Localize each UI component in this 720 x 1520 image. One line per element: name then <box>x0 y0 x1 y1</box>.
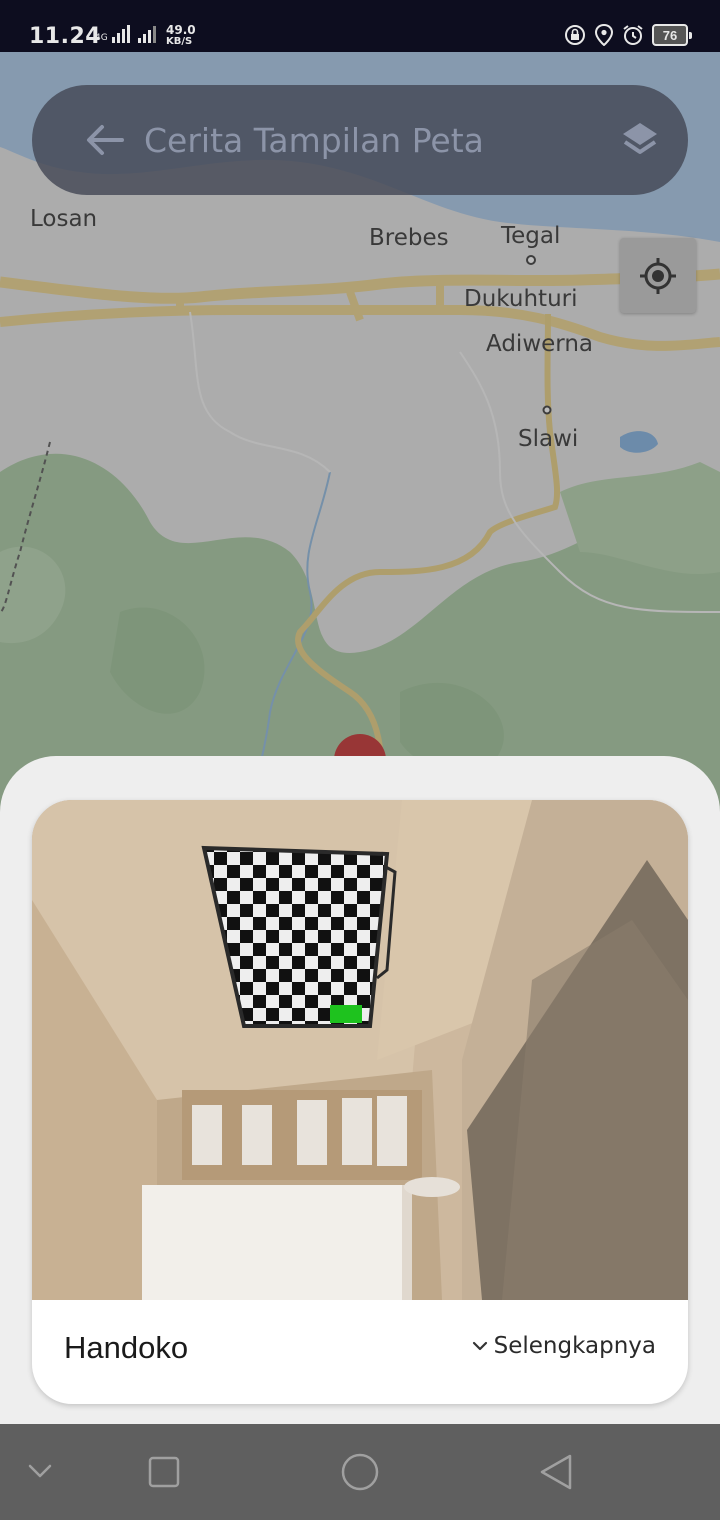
network-speed: 49.0 KB/S <box>166 24 196 48</box>
back-icon[interactable] <box>538 1453 574 1496</box>
home-icon[interactable] <box>340 1452 380 1497</box>
status-time: 11.24 <box>29 24 102 49</box>
arrow-left-icon[interactable] <box>84 122 124 163</box>
signal-bars-icon <box>111 25 130 43</box>
layers-icon[interactable] <box>620 120 660 165</box>
network-type-label: 4G <box>95 33 108 43</box>
hide-keyboard-icon[interactable] <box>27 1462 53 1485</box>
story-photo[interactable] <box>32 800 688 1300</box>
alarm-icon <box>623 25 643 45</box>
search-bar[interactable]: Cerita Tampilan Peta <box>32 85 688 195</box>
signal-bars-2-icon <box>137 25 156 43</box>
story-title: Handoko <box>64 1330 189 1365</box>
my-location-icon <box>640 257 676 294</box>
battery-icon: 76 <box>652 24 692 46</box>
more-button[interactable]: Selengkapnya <box>472 1333 656 1359</box>
bottom-sheet: Handoko Selengkapnya <box>0 756 720 1424</box>
search-input[interactable]: Cerita Tampilan Peta <box>144 121 484 160</box>
story-card[interactable]: Handoko Selengkapnya <box>32 800 688 1404</box>
navigation-bar <box>0 1424 720 1520</box>
battery-level: 76 <box>662 27 678 43</box>
speed-unit: KB/S <box>166 36 193 47</box>
recents-icon[interactable] <box>147 1455 181 1494</box>
my-location-button[interactable] <box>620 238 696 313</box>
lock-rotation-icon <box>565 25 585 45</box>
signal-indicator: 4G <box>95 25 156 43</box>
status-icons: 76 <box>564 24 692 46</box>
speed-value: 49.0 <box>166 23 196 37</box>
chevron-down-icon <box>472 1341 487 1351</box>
more-label: Selengkapnya <box>493 1333 656 1359</box>
location-icon <box>594 24 614 46</box>
status-bar: 11.24 4G 49.0 KB/S 76 <box>0 0 720 52</box>
